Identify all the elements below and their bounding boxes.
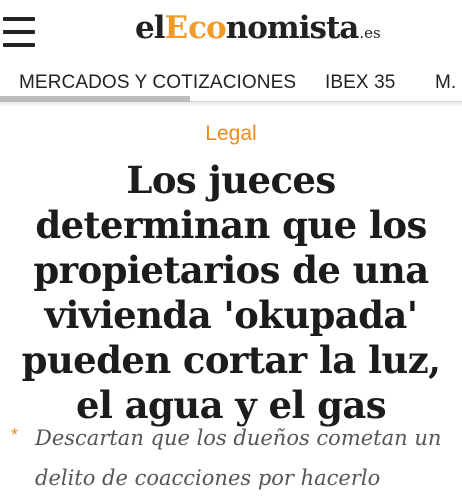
hamburger-menu-icon[interactable]: [3, 17, 35, 47]
nav-item-more[interactable]: M.: [435, 72, 456, 94]
summary-bullet: *: [11, 425, 19, 445]
nav-item-mercados[interactable]: MERCADOS Y COTIZACIONES: [19, 72, 296, 94]
site-logo[interactable]: elEconomista.es: [135, 10, 381, 46]
nav-shadow: [0, 102, 462, 107]
article-summary: Descartan que los dueños cometan un deli…: [35, 426, 442, 490]
nav-item-ibex35[interactable]: IBEX 35: [325, 72, 395, 94]
top-bar: elEconomista.es: [0, 0, 462, 64]
article-headline: Los jueces determinan que los propietari…: [21, 158, 441, 427]
article-category[interactable]: Legal: [0, 122, 462, 146]
